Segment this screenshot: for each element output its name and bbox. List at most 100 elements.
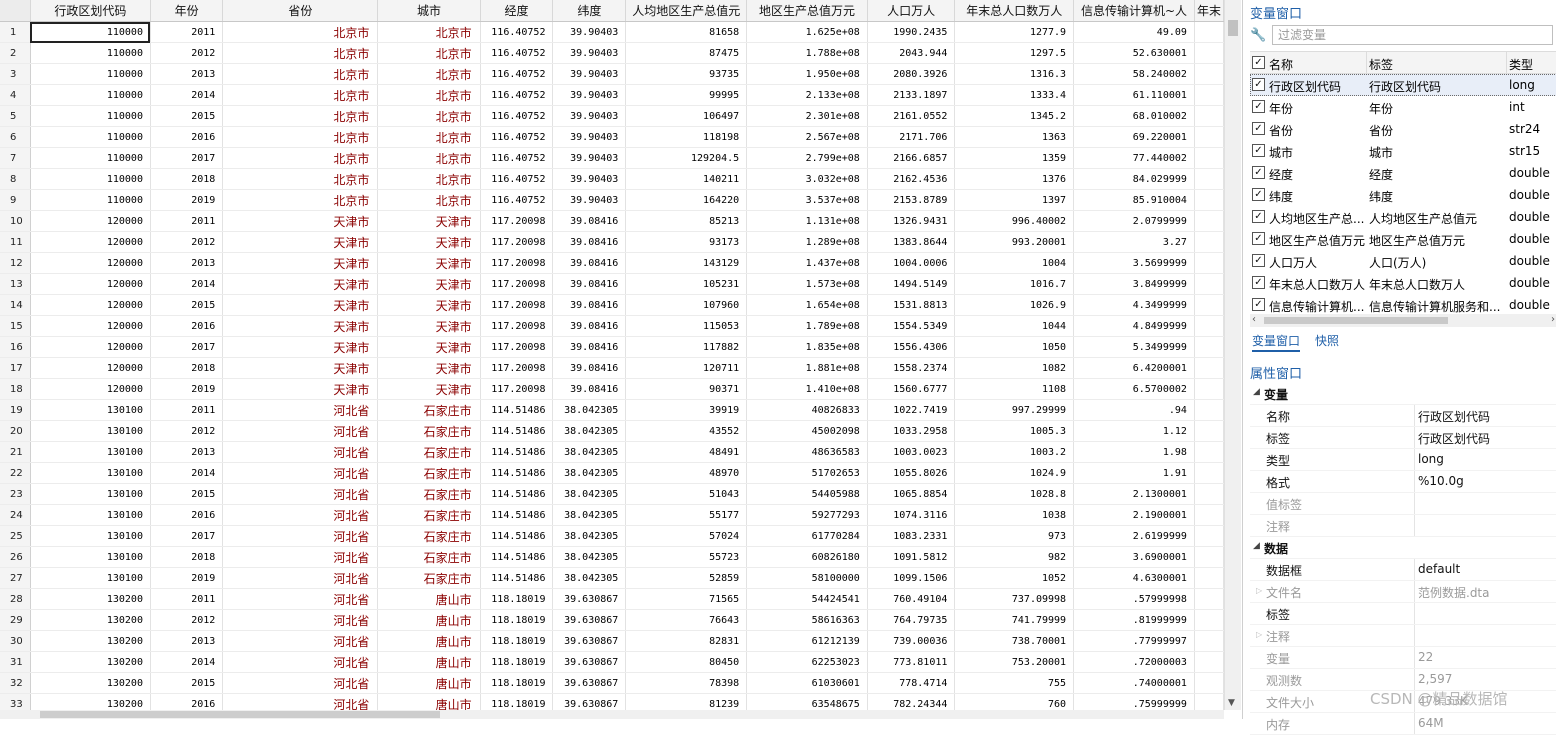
table-cell[interactable]: 2016 <box>150 504 224 526</box>
table-cell[interactable]: 1003.2 <box>954 441 1075 463</box>
table-cell[interactable]: 北京市 <box>377 147 481 169</box>
table-cell[interactable]: 河北省 <box>222 483 379 505</box>
table-cell[interactable]: 110000 <box>30 63 151 85</box>
variable-checkbox[interactable]: ✓ <box>1252 254 1265 267</box>
table-cell[interactable] <box>1194 315 1224 337</box>
table-cell[interactable]: 38.042305 <box>552 441 627 463</box>
table-cell[interactable]: 106497 <box>625 105 748 127</box>
table-cell[interactable]: 116.40752 <box>480 189 554 211</box>
grid-vertical-scrollbar[interactable]: ▼ <box>1224 0 1241 710</box>
table-cell[interactable]: 1.289e+08 <box>746 231 868 253</box>
table-cell[interactable] <box>1194 147 1224 169</box>
table-cell[interactable]: 117.20098 <box>480 210 554 232</box>
table-cell[interactable]: 120000 <box>30 315 151 337</box>
table-cell[interactable]: 120000 <box>30 336 151 358</box>
table-cell[interactable]: 741.79999 <box>954 609 1075 631</box>
table-cell[interactable]: 1531.8813 <box>867 294 956 316</box>
table-cell[interactable]: 117882 <box>625 336 748 358</box>
table-cell[interactable]: 118.18019 <box>480 651 554 673</box>
column-header[interactable]: 纬度 <box>552 0 627 22</box>
table-cell[interactable]: 114.51486 <box>480 441 554 463</box>
row-number[interactable]: 4 <box>0 84 31 106</box>
table-cell[interactable]: 68.010002 <box>1073 105 1195 127</box>
table-cell[interactable]: 118.18019 <box>480 693 554 710</box>
table-cell[interactable]: 997.29999 <box>954 399 1075 421</box>
table-cell[interactable]: 6.4200001 <box>1073 357 1195 379</box>
table-cell[interactable]: 61.110001 <box>1073 84 1195 106</box>
table-cell[interactable]: 55723 <box>625 546 748 568</box>
table-cell[interactable]: 1.437e+08 <box>746 252 868 274</box>
table-cell[interactable]: 1005.3 <box>954 420 1075 442</box>
table-cell[interactable]: 130100 <box>30 441 151 463</box>
table-cell[interactable]: 117.20098 <box>480 252 554 274</box>
table-cell[interactable]: 1556.4306 <box>867 336 956 358</box>
table-cell[interactable]: 120000 <box>30 378 151 400</box>
column-header[interactable]: 地区生产总值万元 <box>746 0 868 22</box>
row-number[interactable]: 30 <box>0 630 31 652</box>
table-cell[interactable]: 北京市 <box>222 168 379 190</box>
table-cell[interactable] <box>1194 399 1224 421</box>
table-cell[interactable]: 2.0799999 <box>1073 210 1195 232</box>
table-cell[interactable]: 1397 <box>954 189 1075 211</box>
table-cell[interactable]: 116.40752 <box>480 147 554 169</box>
row-number[interactable]: 18 <box>0 378 31 400</box>
table-cell[interactable] <box>1194 273 1224 295</box>
table-cell[interactable]: 118.18019 <box>480 672 554 694</box>
table-cell[interactable]: 2.301e+08 <box>746 105 868 127</box>
table-cell[interactable]: 天津市 <box>377 252 481 274</box>
table-cell[interactable]: 130100 <box>30 504 151 526</box>
table-cell[interactable]: 62253023 <box>746 651 868 673</box>
table-cell[interactable]: 120000 <box>30 357 151 379</box>
table-cell[interactable]: 738.70001 <box>954 630 1075 652</box>
table-cell[interactable]: 天津市 <box>222 273 379 295</box>
table-cell[interactable] <box>1194 42 1224 64</box>
table-cell[interactable]: 143129 <box>625 252 748 274</box>
table-cell[interactable]: 2018 <box>150 168 224 190</box>
table-cell[interactable]: 115053 <box>625 315 748 337</box>
table-cell[interactable]: 河北省 <box>222 462 379 484</box>
properties-group-data[interactable]: ◢ 数据 <box>1250 537 1556 559</box>
table-cell[interactable]: 54405988 <box>746 483 868 505</box>
table-cell[interactable]: 3.6900001 <box>1073 546 1195 568</box>
table-cell[interactable]: 2.133e+08 <box>746 84 868 106</box>
variable-row[interactable]: ✓ 年份 年份 int <box>1250 96 1556 118</box>
table-cell[interactable]: 2.1300001 <box>1073 483 1195 505</box>
table-cell[interactable] <box>1194 357 1224 379</box>
table-cell[interactable]: 110000 <box>30 147 151 169</box>
table-cell[interactable]: 2011 <box>150 210 224 232</box>
table-cell[interactable]: 39.630867 <box>552 609 627 631</box>
variable-checkbox[interactable]: ✓ <box>1252 232 1265 245</box>
expand-arrow-icon[interactable]: ▷ <box>1256 586 1262 595</box>
table-cell[interactable]: 1038 <box>954 504 1075 526</box>
variable-checkbox[interactable]: ✓ <box>1252 122 1265 135</box>
table-cell[interactable]: 北京市 <box>222 147 379 169</box>
table-cell[interactable]: 北京市 <box>222 84 379 106</box>
table-cell[interactable]: 760.49104 <box>867 588 956 610</box>
tab-variables[interactable]: 变量窗口 <box>1252 332 1301 352</box>
table-cell[interactable]: 北京市 <box>222 42 379 64</box>
table-cell[interactable]: .57999998 <box>1073 588 1195 610</box>
table-cell[interactable]: 天津市 <box>377 378 481 400</box>
table-cell[interactable] <box>1194 63 1224 85</box>
header-name[interactable]: 名称 <box>1269 56 1367 73</box>
row-number[interactable]: 15 <box>0 315 31 337</box>
table-cell[interactable]: 117.20098 <box>480 336 554 358</box>
property-row[interactable]: ▷ 注释 <box>1250 625 1556 647</box>
table-cell[interactable]: 2015 <box>150 672 224 694</box>
table-cell[interactable]: 4.8499999 <box>1073 315 1195 337</box>
table-cell[interactable] <box>1194 693 1224 710</box>
table-cell[interactable]: 1.98 <box>1073 441 1195 463</box>
table-cell[interactable]: 3.27 <box>1073 231 1195 253</box>
table-cell[interactable]: 87475 <box>625 42 748 64</box>
table-cell[interactable]: 2043.944 <box>867 42 956 64</box>
table-cell[interactable]: 129204.5 <box>625 147 748 169</box>
scroll-down-arrow-icon[interactable]: ▼ <box>1228 698 1235 708</box>
table-cell[interactable]: 982 <box>954 546 1075 568</box>
scrollbar-thumb[interactable] <box>1264 317 1448 324</box>
table-cell[interactable]: 773.81011 <box>867 651 956 673</box>
table-cell[interactable]: 117.20098 <box>480 357 554 379</box>
table-cell[interactable]: 2017 <box>150 336 224 358</box>
table-cell[interactable]: 39.630867 <box>552 693 627 710</box>
column-header[interactable]: 年份 <box>150 0 224 22</box>
table-cell[interactable]: 118198 <box>625 126 748 148</box>
